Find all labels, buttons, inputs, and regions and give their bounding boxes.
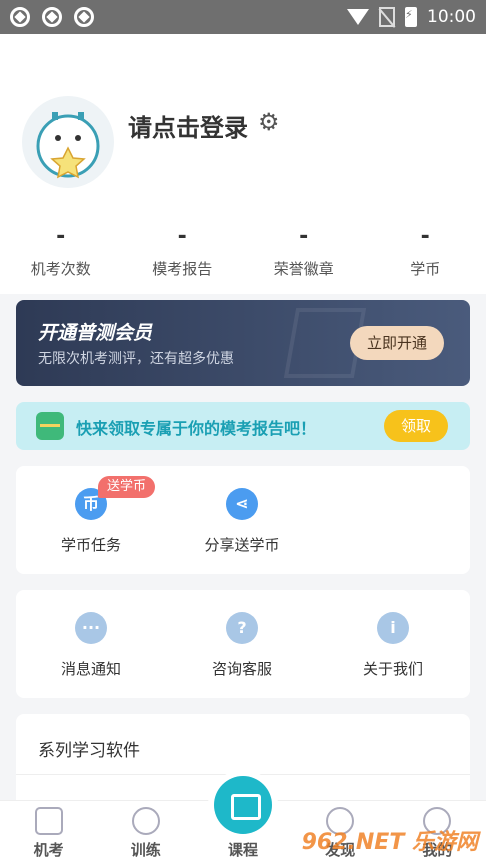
stat-mock-report[interactable]: - 模考报告 bbox=[122, 224, 244, 279]
help-icon: ? bbox=[226, 612, 258, 644]
vip-open-button[interactable]: 立即开通 bbox=[350, 326, 444, 360]
item-label: 关于我们 bbox=[362, 660, 423, 678]
notification-icon bbox=[10, 7, 30, 27]
messages-item[interactable]: ··· 消息通知 bbox=[16, 612, 166, 679]
stat-label: 荣誉徽章 bbox=[273, 260, 334, 278]
stat-label: 机考次数 bbox=[30, 260, 91, 278]
stat-coins[interactable]: - 学币 bbox=[365, 224, 486, 279]
timer-icon bbox=[131, 807, 160, 835]
tab-exam[interactable]: 机考 bbox=[0, 801, 97, 864]
vip-title: 开通普测会员 bbox=[38, 322, 153, 344]
stat-label: 模考报告 bbox=[152, 260, 213, 278]
status-time: 10:00 bbox=[427, 7, 476, 27]
vip-subtitle: 无限次机考测评，还有超多优惠 bbox=[38, 351, 234, 367]
login-prompt[interactable]: 请点击登录 bbox=[128, 108, 248, 143]
watermark: 962.NET 乐游网 bbox=[301, 830, 478, 855]
share-item[interactable]: ⋖ 分享送学币 bbox=[167, 488, 317, 555]
apps-title: 系列学习软件 bbox=[38, 741, 140, 761]
coin-task-item[interactable]: 币 学币任务 bbox=[16, 488, 166, 555]
coin-badge: 送学币 bbox=[98, 476, 156, 498]
book-icon[interactable] bbox=[214, 776, 272, 834]
stat-label: 学币 bbox=[410, 260, 441, 278]
support-item[interactable]: ? 咨询客服 bbox=[167, 612, 317, 679]
document-icon bbox=[34, 807, 63, 835]
battery-icon bbox=[405, 7, 417, 27]
tab-label: 训练 bbox=[130, 841, 161, 859]
stats-row: - 机考次数 - 模考报告 - 荣誉徽章 - 学币 bbox=[0, 224, 486, 279]
item-label: 学币任务 bbox=[60, 536, 121, 554]
gear-icon[interactable]: ⚙ bbox=[258, 108, 280, 136]
no-sim-icon bbox=[379, 7, 395, 27]
service-card: ··· 消息通知 ? 咨询客服 i 关于我们 bbox=[16, 590, 470, 698]
item-label: 分享送学币 bbox=[204, 536, 280, 554]
info-icon: i bbox=[377, 612, 409, 644]
gift-icon bbox=[36, 412, 64, 440]
stat-exam-count[interactable]: - 机考次数 bbox=[0, 224, 122, 279]
mascot-icon bbox=[36, 112, 100, 179]
coin-card: 币 学币任务 ⋖ 分享送学币 bbox=[16, 466, 470, 574]
status-bar: 10:00 bbox=[0, 0, 486, 34]
notification-icon bbox=[42, 7, 62, 27]
wifi-icon bbox=[347, 9, 369, 25]
stat-honor-badges[interactable]: - 荣誉徽章 bbox=[243, 224, 365, 279]
item-label: 消息通知 bbox=[60, 660, 121, 678]
stat-value: - bbox=[177, 224, 187, 249]
promo-text: 快来领取专属于你的模考报告吧！ bbox=[76, 419, 317, 438]
stat-value: - bbox=[56, 224, 66, 249]
message-icon: ··· bbox=[75, 612, 107, 644]
stat-value: - bbox=[299, 224, 309, 249]
about-item[interactable]: i 关于我们 bbox=[318, 612, 468, 679]
vip-banner[interactable]: 开通普测会员 无限次机考测评，还有超多优惠 立即开通 bbox=[16, 300, 470, 386]
divider bbox=[16, 774, 470, 775]
avatar[interactable] bbox=[22, 96, 114, 188]
share-icon: ⋖ bbox=[226, 488, 258, 520]
notification-icon bbox=[74, 7, 94, 27]
stat-value: - bbox=[420, 224, 430, 249]
promo-banner[interactable]: 快来领取专属于你的模考报告吧！ 领取 bbox=[16, 402, 470, 450]
tab-label: 机考 bbox=[33, 841, 64, 859]
item-label: 咨询客服 bbox=[211, 660, 272, 678]
profile-header: 请点击登录 ⚙ - 机考次数 - 模考报告 - 荣誉徽章 - 学币 bbox=[0, 34, 486, 294]
claim-button[interactable]: 领取 bbox=[384, 410, 448, 442]
tab-label: 课程 bbox=[228, 841, 259, 859]
tab-training[interactable]: 训练 bbox=[97, 801, 194, 864]
